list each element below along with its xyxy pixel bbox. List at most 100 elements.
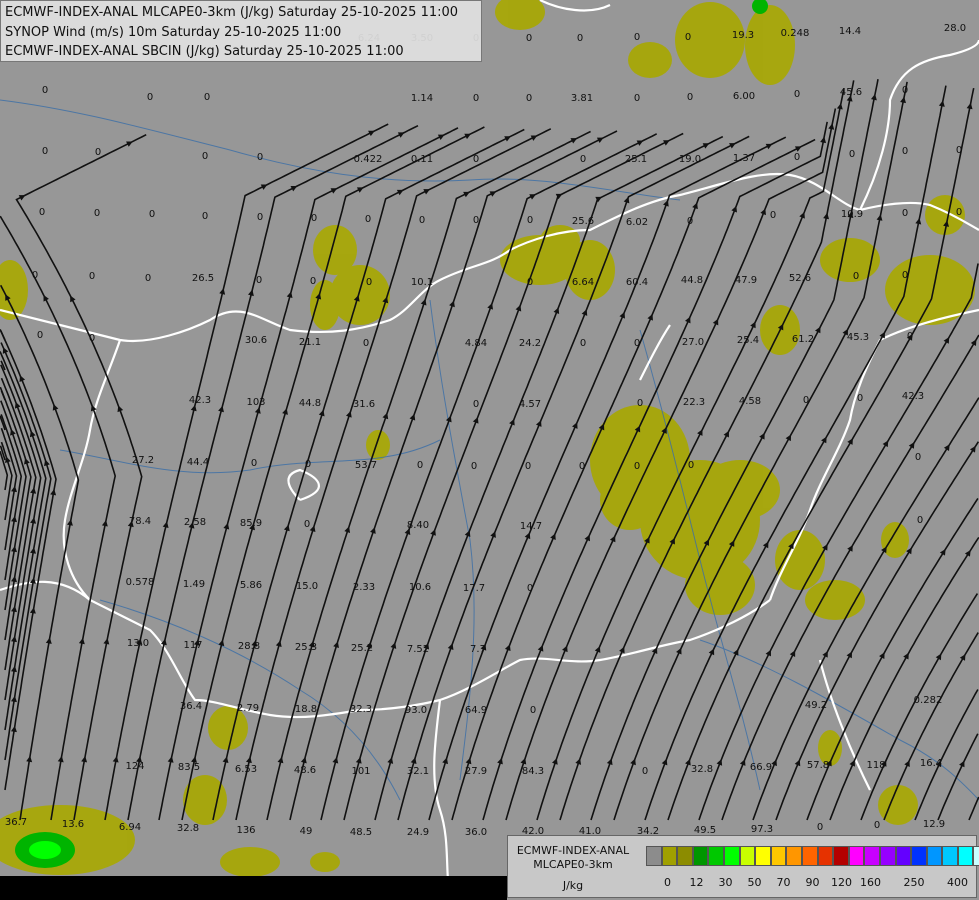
cin-value-label: 28.0 [944, 23, 966, 34]
header-line-cin: ECMWF-INDEX-ANAL SBCIN (J/kg) Saturday 2… [5, 44, 404, 59]
cin-value-label: 36.4 [180, 701, 202, 712]
cin-value-label: 0 [527, 215, 533, 226]
cin-value-label: 26.5 [192, 273, 214, 284]
cin-value-label: 0 [580, 338, 586, 349]
cin-value-label: 0 [687, 216, 693, 227]
cin-value-label: 32.1 [407, 766, 429, 777]
cin-value-label: 0 [256, 275, 262, 286]
legend-swatch [739, 846, 756, 866]
cin-value-label: 44.4 [187, 457, 209, 468]
cin-value-label: 0 [251, 458, 257, 469]
bottom-strip [0, 876, 507, 900]
cin-value-label: 78.4 [129, 516, 151, 527]
cin-value-label: 14.4 [839, 26, 861, 37]
cin-value-label: 0 [527, 277, 533, 288]
cin-value-label: 0 [634, 338, 640, 349]
legend-swatch [708, 846, 724, 866]
legend-swatch [895, 846, 912, 866]
cin-value-label: 0 [527, 583, 533, 594]
legend-swatch [864, 846, 880, 866]
legend-tick-label: 70 [776, 876, 791, 889]
cin-value-label: 0 [366, 277, 372, 288]
cin-value-label: 32.3 [350, 704, 372, 715]
cin-value-label: 0 [907, 331, 913, 342]
cin-value-label: 0 [634, 32, 640, 43]
cin-value-label: 0 [473, 399, 479, 410]
cin-value-label: 6.53 [235, 764, 257, 775]
cin-value-label: 25.2 [351, 643, 373, 654]
legend-swatches [646, 846, 979, 866]
cin-value-label: 0 [857, 393, 863, 404]
cin-value-label: 0.282 [914, 695, 943, 706]
cin-value-label: 7.7 [470, 644, 486, 655]
cin-value-label: 1.49 [183, 579, 205, 590]
legend-swatch [926, 846, 943, 866]
cin-value-label: 2.33 [353, 582, 375, 593]
cin-value-label: 0 [310, 276, 316, 287]
legend-swatch [833, 846, 849, 866]
cin-value-label: 0 [147, 92, 153, 103]
cin-value-label: 0 [902, 208, 908, 219]
cin-value-label: 0 [794, 152, 800, 163]
cin-value-label: 0 [526, 33, 532, 44]
cin-value-label: 101 [351, 766, 370, 777]
cin-value-label: 0 [473, 215, 479, 226]
cin-value-label: 10.6 [409, 582, 431, 593]
legend-tick-label: 30 [718, 876, 733, 889]
cin-value-label: 0 [577, 33, 583, 44]
cin-value-label: 0 [305, 459, 311, 470]
legend-swatch [942, 846, 958, 866]
cin-value-label: 97.3 [751, 824, 773, 835]
legend-swatch [770, 846, 787, 866]
legend-swatch [973, 846, 979, 866]
cin-value-label: 49 [300, 826, 313, 837]
cin-value-label: 66.9 [750, 762, 772, 773]
legend-swatch [646, 846, 662, 866]
cin-value-label: 85.9 [240, 518, 262, 529]
cin-value-label: 93.0 [405, 705, 427, 716]
cin-value-label: 0 [849, 149, 855, 160]
cin-value-label: 0 [530, 705, 536, 716]
cin-value-label: 44.8 [681, 275, 703, 286]
legend-swatch [661, 846, 678, 866]
cin-value-label: 27.2 [132, 455, 154, 466]
cin-value-label: 0.422 [354, 154, 383, 165]
legend-ticks: 0 12 30 50 70 90 120 160 250 400 [646, 876, 976, 890]
legend-tick-label: 120 [831, 876, 852, 889]
cin-value-label: 0 [39, 207, 45, 218]
cin-value-label: 8.40 [407, 520, 429, 531]
cin-value-label: 0 [257, 212, 263, 223]
cin-value-label: 49.2 [805, 700, 827, 711]
cin-value-label: 0 [417, 460, 423, 471]
cin-value-label: 0 [642, 766, 648, 777]
legend-swatch [692, 846, 709, 866]
cin-value-label: 0.578 [126, 577, 155, 588]
cin-value-label: 5.86 [240, 580, 262, 591]
cin-value-label: 31.6 [353, 399, 375, 410]
cin-value-label: 42.3 [189, 395, 211, 406]
cin-value-label: 0 [817, 822, 823, 833]
legend-swatch [879, 846, 896, 866]
cin-value-label: 0 [579, 461, 585, 472]
cin-value-label: 10.1 [411, 277, 433, 288]
cin-value-label: 0 [304, 519, 310, 530]
legend-swatch [755, 846, 771, 866]
cin-value-label: 0 [42, 146, 48, 157]
cin-value-label: 0 [204, 92, 210, 103]
legend-swatch [677, 846, 693, 866]
cin-value-label: 45.6 [840, 87, 862, 98]
cin-value-label: 0 [687, 92, 693, 103]
legend-tick-label: 400 [947, 876, 968, 889]
cin-value-label: 0 [874, 820, 880, 831]
legend-swatch [957, 846, 974, 866]
cin-value-label: 28.8 [238, 641, 260, 652]
cin-value-label: 0 [902, 146, 908, 157]
cin-value-label: 0 [89, 271, 95, 282]
cin-value-label: 47.9 [735, 275, 757, 286]
legend-title-line2: MLCAPE0-3km [533, 858, 613, 871]
cin-value-label: 24.9 [407, 827, 429, 838]
cin-value-label: 0 [634, 93, 640, 104]
cin-value-label: 0 [637, 398, 643, 409]
legend-title-line1: ECMWF-INDEX-ANAL [516, 844, 630, 857]
header-line-wind: SYNOP Wind (m/s) 10m Saturday 25-10-2025… [5, 24, 342, 40]
